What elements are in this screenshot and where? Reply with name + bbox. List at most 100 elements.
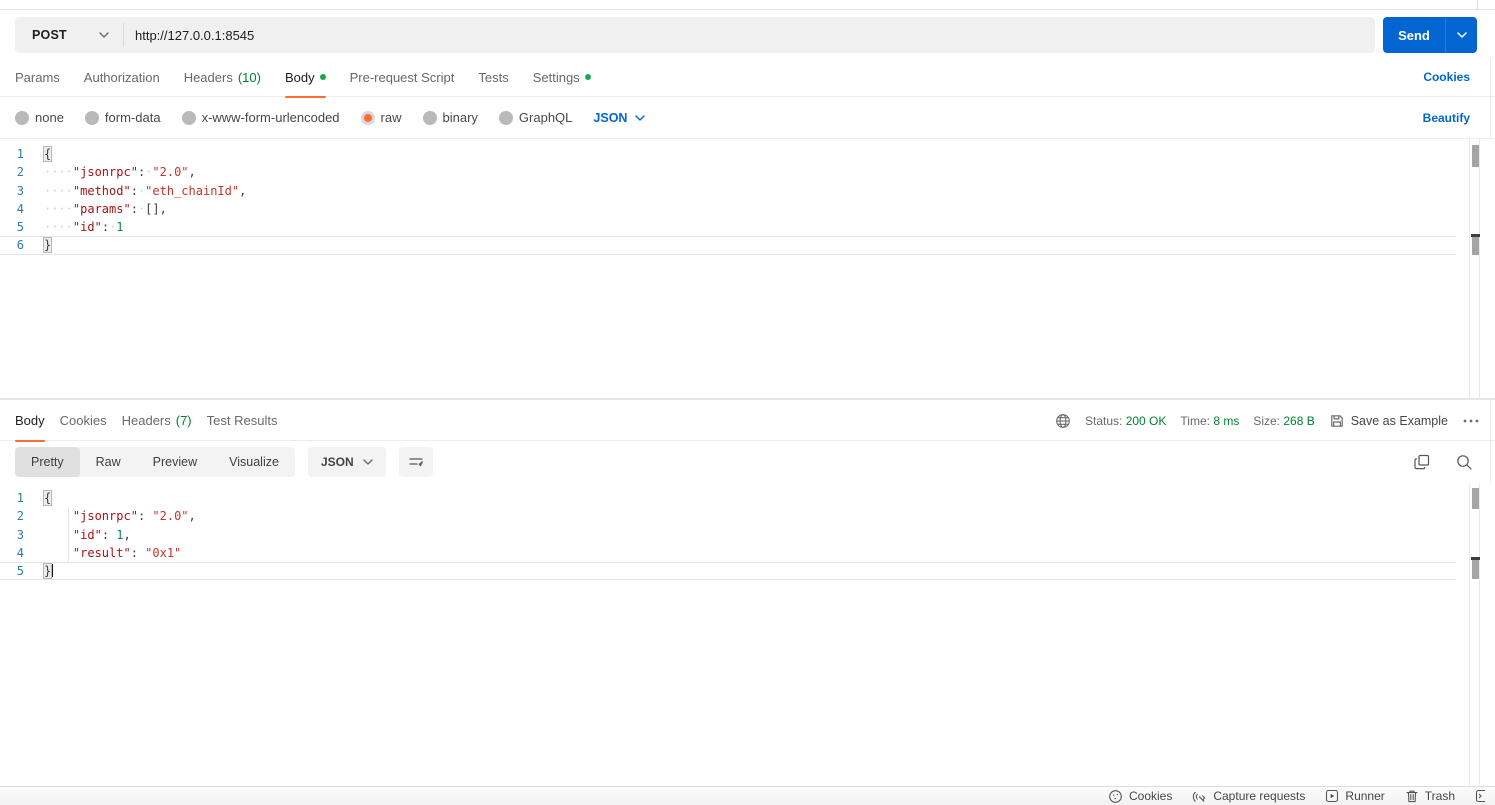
method-select[interactable]: POST [15, 28, 123, 42]
code-line[interactable]: 4 ····"params":·[], [0, 200, 1456, 218]
tab-authorization[interactable]: Authorization [84, 58, 160, 97]
request-body-editor[interactable]: 1{2 ····"jsonrpc":·"2.0", 3 ····"method":·"… [0, 138, 1495, 399]
line-number: 1 [16, 147, 24, 161]
copy-icon[interactable] [1413, 453, 1431, 471]
view-raw[interactable]: Raw [80, 447, 137, 477]
code-line[interactable]: 4 "result": "0x1" [0, 544, 1456, 562]
send-button[interactable]: Send [1383, 17, 1477, 53]
line-number: 1 [16, 491, 24, 505]
line-number: 5 [16, 564, 24, 579]
size-badge[interactable]: Size: 268 B [1253, 414, 1314, 428]
tab-params[interactable]: Params [15, 58, 60, 97]
url-control: POST http://127.0.0.1:8545 [15, 17, 1375, 53]
radio-circle [84, 110, 99, 125]
time-badge[interactable]: Time: 8 ms [1180, 414, 1239, 428]
radio-circle [422, 110, 437, 125]
tab-tests[interactable]: Tests [478, 58, 508, 97]
view-preview[interactable]: Preview [137, 447, 213, 477]
radio-graphql[interactable]: GraphQL [498, 110, 572, 125]
line-number: 6 [16, 238, 24, 253]
method-label: POST [32, 28, 67, 42]
response-tab-headers[interactable]: Headers (7) [122, 399, 192, 441]
body-language-select[interactable]: JSON [593, 111, 646, 125]
scrollbar-thumb[interactable] [1472, 488, 1479, 509]
wrap-lines-button[interactable] [398, 447, 433, 477]
code-line[interactable]: 3 "id": 1, [0, 526, 1456, 544]
code-line[interactable]: 3 ····"method":·"eth_chainId", [0, 182, 1456, 200]
tab-headers[interactable]: Headers (10) [184, 58, 261, 97]
body-type-row: none form-data x-www-form-urlencoded raw… [0, 97, 1495, 138]
cookies-link[interactable]: Cookies [1423, 70, 1470, 84]
chevron-down-icon [362, 459, 373, 465]
tab-pre-request-script[interactable]: Pre-request Script [350, 58, 455, 97]
top-strip [0, 0, 1495, 10]
footer-runner-button[interactable]: Runner [1325, 789, 1385, 803]
request-editor-scrollbar[interactable] [1469, 139, 1480, 398]
code-line[interactable]: 6} [0, 236, 1456, 255]
console-icon[interactable] [1475, 789, 1485, 803]
url-input[interactable]: http://127.0.0.1:8545 [124, 28, 1375, 43]
footer-capture-requests-button[interactable]: Capture requests [1192, 789, 1305, 804]
more-options-icon[interactable] [1462, 418, 1480, 424]
footer-trash-button[interactable]: Trash [1405, 789, 1455, 803]
response-meta: Status: 200 OK Time: 8 ms Size: 268 B Sa… [1055, 400, 1480, 442]
radio-form-data[interactable]: form-data [84, 110, 161, 125]
radio-circle [181, 110, 196, 125]
footer-cookies-button[interactable]: Cookies [1108, 789, 1172, 804]
response-tab-cookies[interactable]: Cookies [60, 399, 107, 441]
code-line[interactable]: 5 ····"id":·1 [0, 218, 1456, 236]
status-bar: Cookies Capture requests Runner Trash [0, 786, 1495, 805]
unsaved-changes-dot [319, 74, 326, 80]
beautify-link[interactable]: Beautify [1423, 111, 1470, 125]
chevron-down-icon [1456, 32, 1467, 38]
response-tab-test-results[interactable]: Test Results [207, 399, 278, 441]
cursor-position-marker [1472, 234, 1479, 255]
view-visualize[interactable]: Visualize [213, 447, 295, 477]
request-tabs: Params Authorization Headers (10) Body P… [0, 58, 1495, 98]
view-pretty[interactable]: Pretty [15, 447, 80, 477]
response-action-icons [1413, 453, 1473, 471]
top-strip-divider [1477, 0, 1478, 10]
wrap-text-icon [408, 455, 424, 469]
save-as-example-button[interactable]: Save as Example [1329, 413, 1448, 429]
radio-circle-selected [360, 110, 375, 125]
text-cursor [51, 564, 54, 578]
code-line[interactable]: 1{ [0, 489, 1456, 507]
capture-requests-icon [1192, 789, 1207, 804]
code-line[interactable]: 5} [0, 562, 1456, 581]
code-line[interactable]: 1{ [0, 145, 1456, 163]
radio-none[interactable]: none [15, 110, 64, 125]
scrollbar-thumb[interactable] [1472, 145, 1479, 167]
view-mode-segment: Pretty Raw Preview Visualize [15, 447, 295, 477]
tab-body[interactable]: Body [284, 58, 326, 98]
radio-x-www-form-urlencoded[interactable]: x-www-form-urlencoded [181, 110, 340, 125]
radio-binary[interactable]: binary [422, 110, 478, 125]
radio-raw[interactable]: raw [360, 110, 402, 125]
send-options-button[interactable] [1446, 17, 1477, 53]
save-icon [1329, 413, 1345, 429]
chevron-down-icon [635, 114, 646, 121]
line-number: 4 [16, 201, 24, 216]
response-headers-count-badge: (7) [175, 412, 192, 428]
line-number: 4 [16, 545, 24, 560]
code-line[interactable]: 2 ····"jsonrpc":·"2.0", [0, 163, 1456, 181]
settings-changes-dot [584, 74, 591, 80]
status-badge[interactable]: Status: 200 OK [1085, 414, 1166, 428]
cursor-position-marker [1472, 557, 1479, 579]
search-icon[interactable] [1455, 453, 1473, 471]
cookie-icon [1108, 789, 1123, 804]
code-line[interactable]: 2 "jsonrpc": "2.0", [0, 507, 1456, 525]
globe-icon[interactable] [1055, 413, 1071, 429]
line-number: 2 [16, 165, 24, 180]
response-header: Body Cookies Headers (7) Test Results St… [0, 399, 1495, 442]
response-toolbar: Pretty Raw Preview Visualize JSON [0, 441, 1495, 483]
indent-guide [68, 507, 69, 562]
cursor-position-marker-cap [1471, 557, 1480, 560]
response-editor-scrollbar[interactable] [1469, 484, 1480, 785]
response-language-select[interactable]: JSON [307, 447, 386, 477]
tab-settings[interactable]: Settings [533, 58, 591, 97]
response-body-editor[interactable]: 1{2 "jsonrpc": "2.0", 3 "id": 1, 4 "result… [0, 483, 1495, 786]
headers-count-badge: (10) [237, 69, 261, 85]
response-tab-body[interactable]: Body [15, 399, 45, 442]
send-button-label[interactable]: Send [1383, 17, 1445, 53]
